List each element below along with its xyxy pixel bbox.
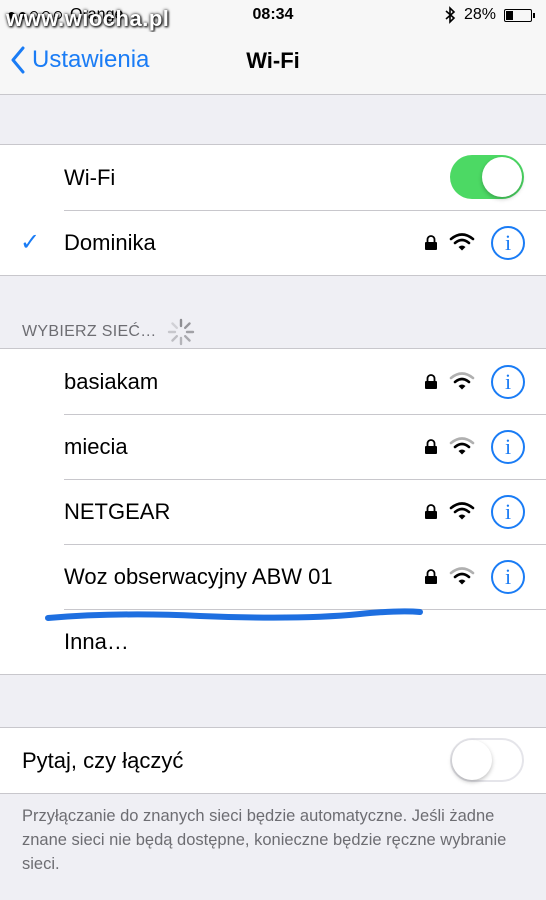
wifi-toggle-label: Wi-Fi <box>64 165 116 190</box>
battery-percentage: 28% <box>463 6 496 23</box>
bluetooth-icon <box>445 6 456 24</box>
lock-icon <box>425 504 437 519</box>
lock-icon <box>425 374 437 389</box>
wifi-signal-icon <box>449 372 475 390</box>
ask-join-toggle[interactable] <box>450 738 524 782</box>
info-button[interactable]: i <box>491 226 525 260</box>
network-row[interactable]: miecia i <box>0 414 546 479</box>
info-button[interactable]: i <box>491 365 525 399</box>
network-name: Dominika <box>64 230 156 255</box>
info-button[interactable]: i <box>491 430 525 464</box>
wifi-signal-icon <box>449 567 475 585</box>
network-name: basiakam <box>64 369 159 394</box>
ask-join-label: Pytaj, czy łączyć <box>22 748 184 773</box>
lock-icon <box>425 235 437 250</box>
lock-icon <box>425 439 437 454</box>
status-right: 28% <box>444 6 535 24</box>
battery-icon <box>504 8 535 22</box>
toggle-knob <box>452 740 492 780</box>
section-header: WYBIERZ SIEĆ… <box>22 318 195 346</box>
wifi-signal-icon <box>449 502 475 520</box>
other-network-label: Inna… <box>64 629 129 654</box>
footer-note: Przyłączanie do znanych sieci będzie aut… <box>22 807 507 873</box>
status-bar: Orange 08:34 28% www.wiocha.pl <box>0 0 546 32</box>
network-name: NETGEAR <box>64 499 171 524</box>
checkmark-icon: ✓ <box>20 229 41 256</box>
wifi-toggle-row: Wi-Fi <box>0 145 546 210</box>
network-name: Woz obserwacyjny ABW 01 <box>64 564 333 589</box>
info-button[interactable]: i <box>491 560 525 594</box>
ask-join-row: Pytaj, czy łączyć <box>0 728 546 793</box>
network-row[interactable]: NETGEAR i <box>0 479 546 544</box>
page-title: Wi-Fi <box>246 48 300 73</box>
info-button[interactable]: i <box>491 495 525 529</box>
wifi-signal-icon <box>449 437 475 455</box>
battery-fill <box>506 10 514 20</box>
loading-spinner-icon <box>167 318 194 346</box>
watermark: www.wiocha.pl <box>6 6 170 31</box>
connected-network-row[interactable]: ✓ Dominika i <box>0 210 546 275</box>
network-name: miecia <box>64 434 128 459</box>
toggle-knob <box>482 157 522 197</box>
network-row[interactable]: basiakam i <box>0 349 546 414</box>
ask-join-group: Pytaj, czy łączyć <box>0 727 546 794</box>
wifi-toggle[interactable] <box>450 155 524 199</box>
navigation-bar: Ustawienia Wi-Fi <box>0 32 546 95</box>
annotation-underline <box>45 608 423 621</box>
wifi-group: Wi-Fi ✓ Dominika i <box>0 144 546 276</box>
wifi-signal-icon <box>449 233 475 251</box>
section-header-label: WYBIERZ SIEĆ… <box>22 323 157 340</box>
lock-icon <box>425 569 437 584</box>
